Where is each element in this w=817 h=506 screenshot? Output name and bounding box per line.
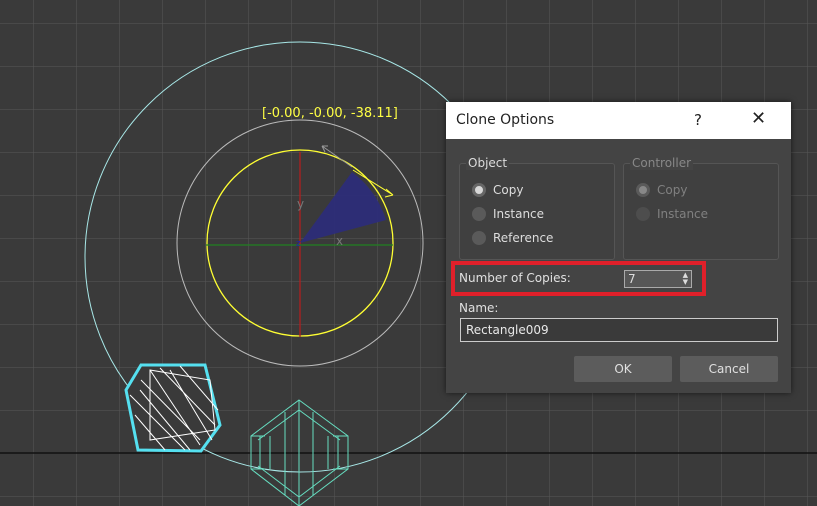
- y-axis-label: y: [297, 197, 304, 211]
- name-input[interactable]: [460, 318, 778, 342]
- radio-label: Instance: [657, 207, 709, 221]
- dialog-title: Clone Options: [456, 112, 555, 128]
- radio-label: Copy: [493, 183, 524, 197]
- copies-value: 7: [628, 272, 636, 286]
- radio-object-reference[interactable]: Reference: [472, 231, 553, 245]
- cancel-button[interactable]: Cancel: [680, 356, 778, 382]
- x-axis-label: x: [336, 234, 343, 248]
- radio-object-copy[interactable]: Copy: [472, 183, 523, 197]
- clone-options-dialog: Clone Options ? ✕ Object Copy Instance R…: [446, 102, 791, 393]
- radio-selected-icon: [636, 183, 650, 197]
- radio-label: Reference: [493, 231, 554, 245]
- z-axis-label: z: [296, 239, 301, 249]
- radio-controller-instance: Instance: [636, 207, 708, 221]
- copies-label: Number of Copies:: [459, 271, 571, 285]
- radio-label: Copy: [657, 183, 688, 197]
- close-icon[interactable]: ✕: [751, 108, 766, 129]
- name-label: Name:: [459, 301, 499, 315]
- radio-unselected-icon: [472, 231, 486, 245]
- object-group-label: Object: [466, 156, 510, 170]
- radio-controller-copy: Copy: [636, 183, 687, 197]
- spinner-arrows-icon[interactable]: ▲ ▼: [683, 272, 688, 286]
- controller-group: Controller Copy Instance: [623, 156, 779, 260]
- ok-button[interactable]: OK: [574, 356, 672, 382]
- help-button[interactable]: ?: [694, 111, 702, 129]
- dialog-titlebar[interactable]: Clone Options ? ✕: [446, 102, 791, 139]
- selected-rectangle-object[interactable]: [124, 363, 222, 453]
- radio-unselected-icon: [636, 207, 650, 221]
- coordinate-readout: [-0.00, -0.00, -38.11]: [262, 106, 398, 121]
- radio-selected-icon: [472, 183, 486, 197]
- radio-object-instance[interactable]: Instance: [472, 207, 544, 221]
- controller-group-label: Controller: [630, 156, 694, 170]
- object-group: Object Copy Instance Reference: [459, 156, 615, 260]
- radio-label: Instance: [493, 207, 545, 221]
- copies-spinner[interactable]: 7 ▲ ▼: [624, 270, 692, 288]
- radio-unselected-icon: [472, 207, 486, 221]
